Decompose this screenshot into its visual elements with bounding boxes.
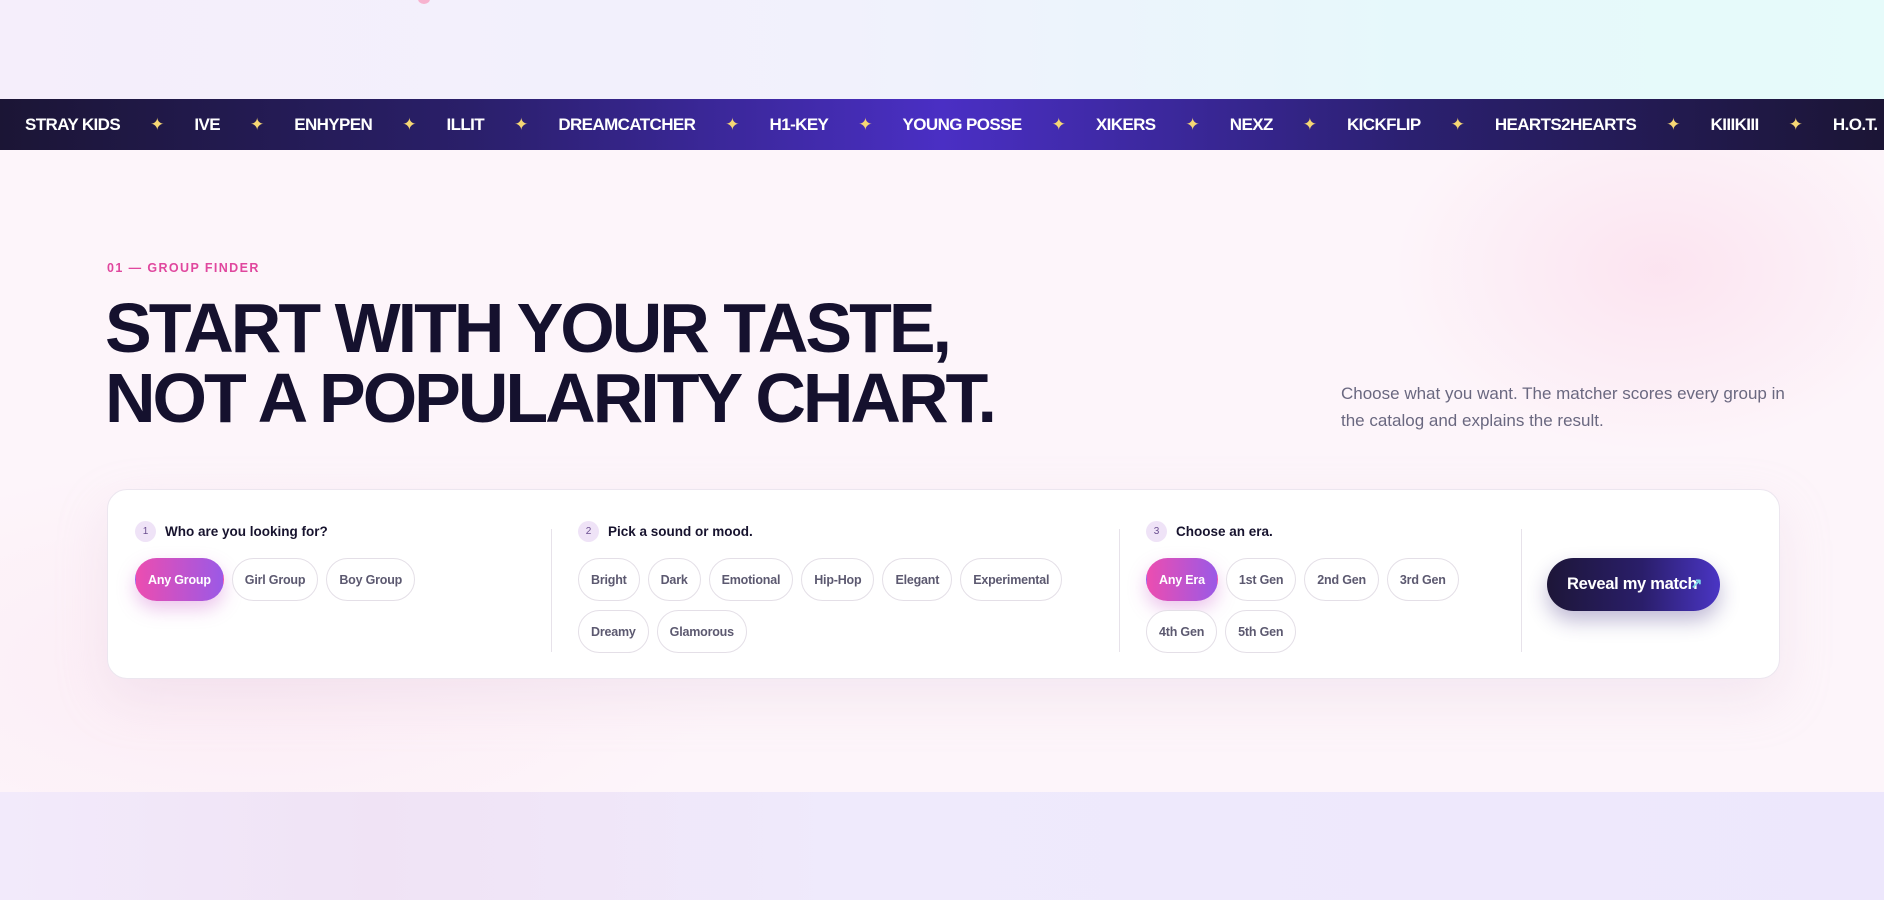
sound-mood-options: Bright Dark Emotional Hip-Hop Elegant Experim… xyxy=(578,558,1088,662)
option-chip[interactable]: 1st Gen xyxy=(1225,558,1297,601)
group-type-options: Any Group Girl Group Boy Group xyxy=(135,558,535,610)
step-header: 2 Pick a sound or mood. xyxy=(578,519,1088,543)
section-eyebrow: 01 — GROUP FINDER xyxy=(107,261,260,275)
star-icon: ✦ xyxy=(1051,114,1066,134)
bottom-band xyxy=(0,792,1884,900)
marquee-group-name: XIKERS xyxy=(1095,114,1156,134)
star-icon: ✦ xyxy=(402,114,417,134)
star-icon: ✦ xyxy=(725,114,740,134)
group-finder-section: 01 — GROUP FINDER START WITH YOUR TASTE,… xyxy=(0,150,1884,792)
marquee-track: STRAY KIDS ✦ IVE ✦ ENHYPEN ✦ ILLIT ✦ DREAMCATCHE… xyxy=(25,99,1884,150)
group-marquee: STRAY KIDS ✦ IVE ✦ ENHYPEN ✦ ILLIT ✦ DREAMCATCHE… xyxy=(0,99,1884,150)
step-header: 3 Choose an era. xyxy=(1146,519,1486,543)
divider xyxy=(1521,529,1522,652)
option-chip[interactable]: 2nd Gen xyxy=(1304,558,1379,601)
marquee-group-name: H.O.T. xyxy=(1832,114,1878,134)
era-options: Any Era 1st Gen 2nd Gen 3rd Gen 4th Gen 5th G… xyxy=(1146,558,1486,662)
headline-line-2: NOT A POPULARITY CHART. xyxy=(105,359,997,437)
headline-line-1: START WITH YOUR TASTE, xyxy=(105,289,952,367)
star-icon: ✦ xyxy=(1185,114,1200,134)
section-description: Choose what you want. The matcher scores… xyxy=(1341,384,1785,430)
step-era: 3 Choose an era. Any Era 1st Gen 2nd Gen 3r… xyxy=(1146,519,1486,662)
option-chip[interactable]: 5th Gen xyxy=(1225,610,1297,653)
marquee-group-name: KICKFLIP xyxy=(1347,114,1421,134)
arrow-up-right-icon: ↗ xyxy=(1690,575,1703,591)
finder-panel: 1 Who are you looking for? Any Group Girl… xyxy=(107,489,1780,679)
step-number: 2 xyxy=(578,520,599,542)
option-chip[interactable]: Boy Group xyxy=(326,558,416,601)
marquee-group-name: H1-KEY xyxy=(769,114,829,134)
option-chip[interactable]: Hip-Hop xyxy=(801,558,875,601)
step-number: 1 xyxy=(135,520,156,542)
marquee-group-name: ENHYPEN xyxy=(294,114,373,134)
star-icon: ✦ xyxy=(514,114,529,134)
star-icon: ✦ xyxy=(1302,114,1317,134)
top-band xyxy=(0,0,1884,99)
section-headline: START WITH YOUR TASTE, NOT A POPULARITY … xyxy=(105,293,1105,433)
marquee-group-name: HEARTS2HEARTS xyxy=(1494,114,1637,134)
star-icon: ✦ xyxy=(150,114,165,134)
option-chip[interactable]: 3rd Gen xyxy=(1386,558,1459,601)
option-chip[interactable]: 4th Gen xyxy=(1146,610,1218,653)
step-number: 3 xyxy=(1146,520,1167,542)
star-icon: ✦ xyxy=(1666,114,1681,134)
decorative-dot xyxy=(418,0,430,4)
option-chip[interactable]: Emotional xyxy=(708,558,794,601)
option-chip[interactable]: Dark xyxy=(647,558,701,601)
divider xyxy=(551,529,552,652)
reveal-button-label: Reveal my match xyxy=(1567,575,1698,593)
step-title: Pick a sound or mood. xyxy=(608,523,753,539)
option-chip[interactable]: Elegant xyxy=(882,558,953,601)
marquee-group-name: NEXZ xyxy=(1229,114,1274,134)
reveal-match-button[interactable]: Reveal my match ↗ xyxy=(1547,558,1720,611)
step-title: Who are you looking for? xyxy=(165,523,328,539)
marquee-group-name: IVE xyxy=(194,114,220,134)
star-icon: ✦ xyxy=(858,114,873,134)
star-icon: ✦ xyxy=(249,114,265,134)
option-chip[interactable]: Bright xyxy=(578,558,640,601)
marquee-group-name: KIIIKIII xyxy=(1710,114,1760,134)
marquee-group-name: YOUNG POSSE xyxy=(902,114,1023,134)
option-chip[interactable]: Glamorous xyxy=(656,610,747,653)
divider xyxy=(1119,529,1120,652)
option-chip[interactable]: Dreamy xyxy=(578,610,649,653)
marquee-group-name: ILLIT xyxy=(446,114,485,134)
marquee-group-name: STRAY KIDS xyxy=(25,114,121,134)
step-header: 1 Who are you looking for? xyxy=(135,519,535,543)
step-sound-mood: 2 Pick a sound or mood. Bright Dark Emotio… xyxy=(578,519,1088,662)
option-chip[interactable]: Any Era xyxy=(1146,558,1218,601)
option-chip[interactable]: Any Group xyxy=(135,558,224,601)
step-title: Choose an era. xyxy=(1176,523,1273,539)
option-chip[interactable]: Girl Group xyxy=(231,558,319,601)
star-icon: ✦ xyxy=(1450,114,1465,134)
step-group-type: 1 Who are you looking for? Any Group Girl… xyxy=(135,519,535,610)
star-icon: ✦ xyxy=(1788,114,1803,134)
marquee-group-name: DREAMCATCHER xyxy=(558,114,696,134)
option-chip[interactable]: Experimental xyxy=(960,558,1063,601)
